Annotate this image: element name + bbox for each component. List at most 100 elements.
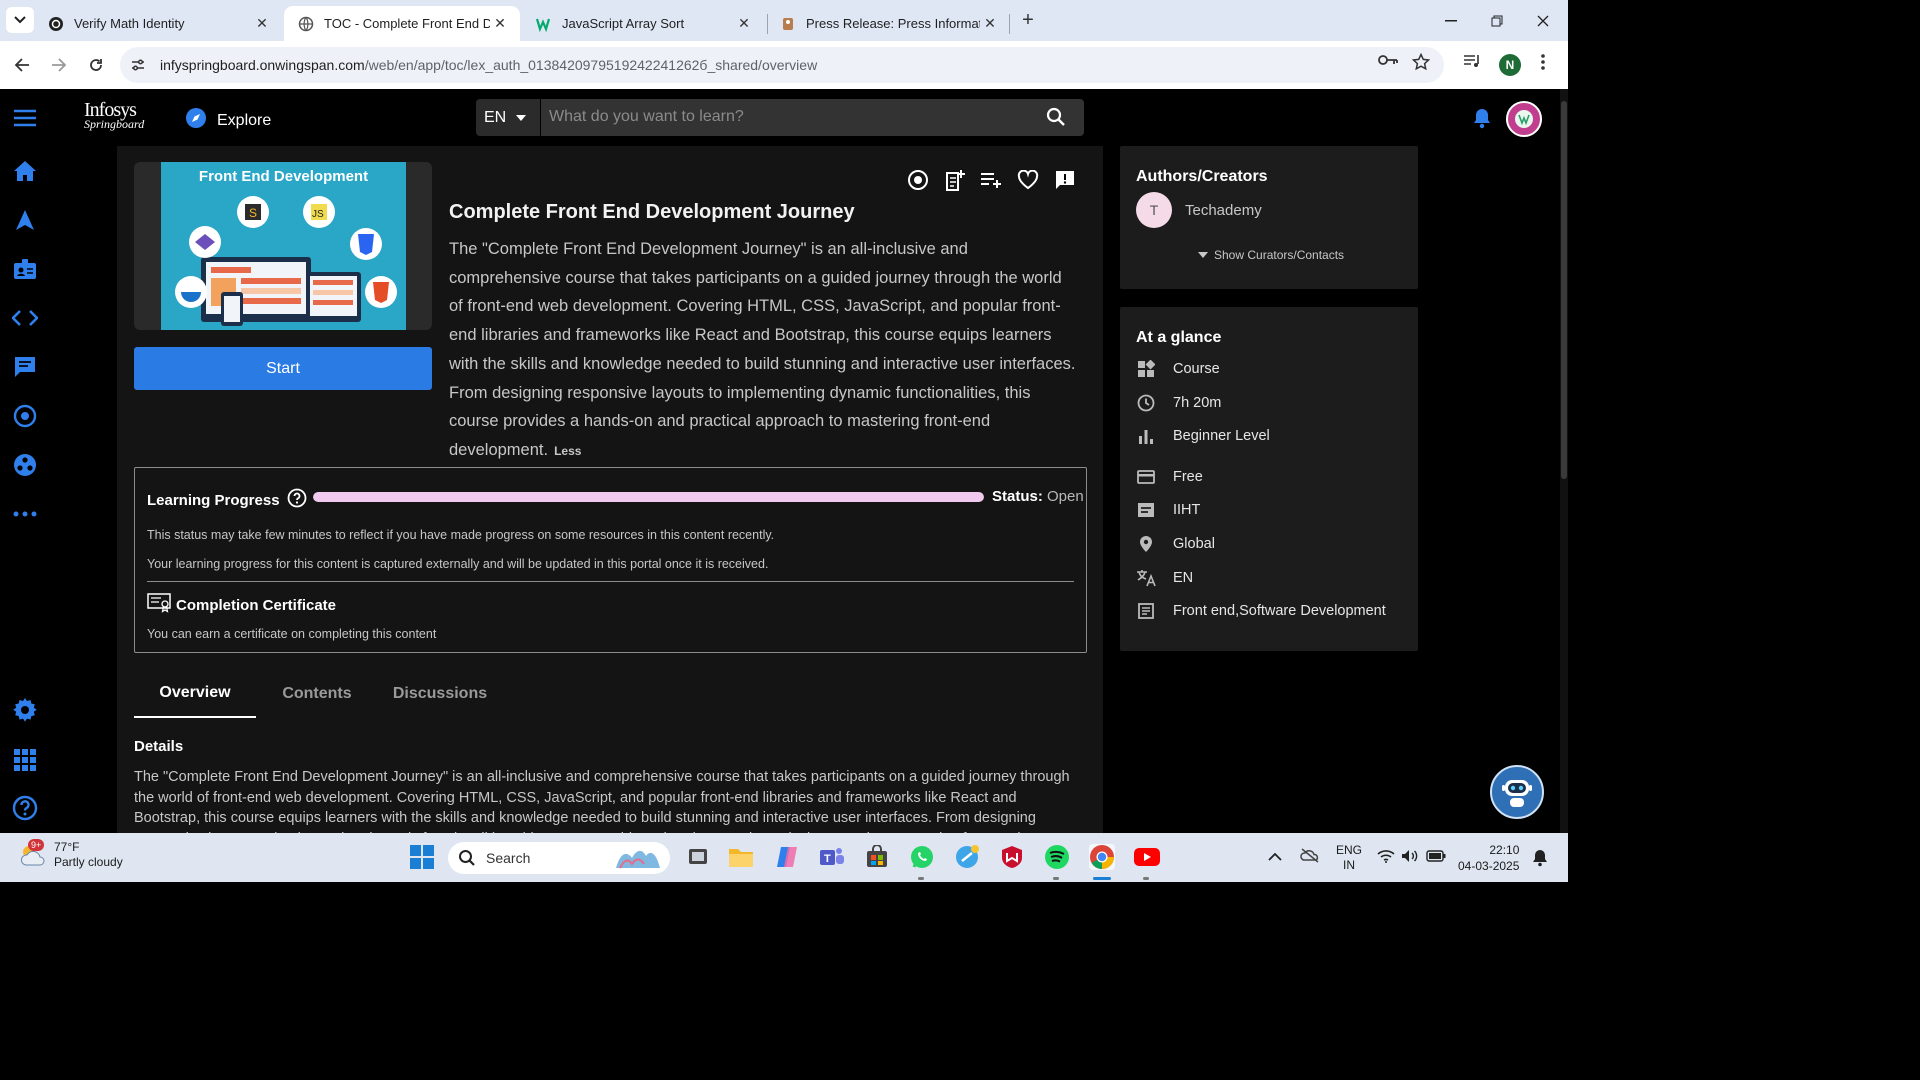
avatar-emblem-icon xyxy=(1515,110,1533,128)
close-window-button[interactable] xyxy=(1520,0,1566,41)
assistant-app-button[interactable] xyxy=(954,844,980,870)
close-tab-icon[interactable]: ✕ xyxy=(252,15,272,32)
glance-text: Free xyxy=(1173,469,1203,485)
tab-contents[interactable]: Contents xyxy=(268,670,366,718)
more-horizontal-icon xyxy=(13,511,37,517)
copilot-button[interactable] xyxy=(774,844,800,870)
browser-tab-array-sort[interactable]: JavaScript Array Sort ✕ xyxy=(522,6,764,41)
playlist-add-icon[interactable] xyxy=(980,169,1002,191)
chatbot-button[interactable] xyxy=(1490,765,1544,819)
nav-settings[interactable] xyxy=(11,696,39,724)
language-select[interactable]: EN xyxy=(476,99,540,136)
close-tab-icon[interactable]: ✕ xyxy=(734,15,754,32)
browser-tab-verify-math[interactable]: Verify Math Identity ✕ xyxy=(34,6,282,41)
mcafee-button[interactable] xyxy=(999,844,1025,870)
nav-home[interactable] xyxy=(11,157,39,185)
provider-icon xyxy=(1136,500,1156,520)
file-explorer-button[interactable] xyxy=(728,844,754,870)
tab-search-button[interactable] xyxy=(6,7,34,33)
restore-button[interactable] xyxy=(1474,0,1520,41)
notification-bell-icon[interactable] xyxy=(1472,107,1492,134)
nav-discussions[interactable] xyxy=(11,353,39,381)
password-key-icon[interactable] xyxy=(1378,53,1398,72)
search-input[interactable] xyxy=(549,107,1029,127)
show-curators-toggle[interactable]: Show Curators/Contacts xyxy=(1198,248,1344,262)
notifications-bell-icon[interactable] xyxy=(1532,849,1548,871)
volume-icon[interactable] xyxy=(1401,849,1419,867)
user-avatar[interactable] xyxy=(1506,101,1542,137)
goal-target-icon[interactable] xyxy=(907,169,929,191)
media-control-icon[interactable] xyxy=(1463,53,1481,74)
progress-bar-fill xyxy=(313,492,984,502)
chat-icon xyxy=(15,357,35,377)
infosys-springboard-logo[interactable]: Infosys Springboard xyxy=(84,100,144,130)
language-indicator[interactable]: ENG IN xyxy=(1336,843,1362,873)
task-view-button[interactable] xyxy=(685,844,711,870)
tab-title: Press Release: Press Information xyxy=(806,16,980,31)
glance-text: Front end,Software Development xyxy=(1173,603,1386,619)
back-button[interactable] xyxy=(10,53,34,77)
wifi-icon[interactable] xyxy=(1377,849,1395,867)
close-tab-icon[interactable]: ✕ xyxy=(490,15,510,32)
forward-button[interactable] xyxy=(47,53,71,77)
tab-overview[interactable]: Overview xyxy=(134,670,256,718)
onedrive-icon[interactable] xyxy=(1300,847,1320,867)
windows-start-button[interactable] xyxy=(409,844,435,870)
explore-link[interactable]: Explore xyxy=(185,107,271,134)
start-button[interactable]: Start xyxy=(134,347,432,390)
certificate-icon xyxy=(147,593,171,617)
heart-icon[interactable] xyxy=(1017,169,1039,191)
address-bar[interactable]: infyspringboard.onwingspan.com/web/en/ap… xyxy=(120,47,1444,83)
nav-code[interactable] xyxy=(11,304,39,332)
kebab-menu-icon[interactable] xyxy=(1540,53,1546,76)
clock-date: 04-03-2025 xyxy=(1458,859,1520,873)
site-info-icon[interactable] xyxy=(130,57,146,78)
reload-button[interactable] xyxy=(84,53,108,77)
caret-down-icon xyxy=(1198,252,1208,258)
authors-heading: Authors/Creators xyxy=(1136,168,1268,185)
nav-help[interactable] xyxy=(11,794,39,822)
profile-avatar[interactable]: N xyxy=(1499,54,1521,76)
author-row[interactable]: T Techademy xyxy=(1136,192,1262,228)
chevron-up-icon[interactable] xyxy=(1268,850,1282,865)
weather-widget[interactable]: 9+ 77°F Partly cloudy xyxy=(18,839,123,870)
search-icon[interactable] xyxy=(1046,107,1066,132)
spotify-button[interactable] xyxy=(1044,844,1070,870)
browser-tab-press-release[interactable]: Press Release: Press Information ✕ xyxy=(766,6,1010,41)
tab-discussions[interactable]: Discussions xyxy=(382,670,498,718)
minimize-button[interactable] xyxy=(1428,0,1474,41)
nav-career[interactable] xyxy=(11,255,39,283)
show-less-link[interactable]: Less xyxy=(554,444,581,458)
youtube-button[interactable] xyxy=(1134,844,1160,870)
tab-separator xyxy=(1009,14,1010,34)
code-icon xyxy=(12,310,38,326)
page-scrollbar[interactable] xyxy=(1560,89,1568,833)
details-heading: Details xyxy=(134,738,184,755)
chrome-button[interactable] xyxy=(1089,844,1115,870)
browser-tab-toc[interactable]: TOC - Complete Front End Development Jou… xyxy=(284,6,520,41)
community-icon xyxy=(14,454,36,476)
nav-learning-path[interactable] xyxy=(11,206,39,234)
store-button[interactable] xyxy=(864,844,890,870)
navigation-arrow-icon xyxy=(16,210,34,230)
scrollbar-thumb[interactable] xyxy=(1561,101,1567,479)
new-tab-button[interactable]: + xyxy=(1016,8,1040,32)
feedback-icon[interactable] xyxy=(1054,169,1076,191)
youtube-icon xyxy=(1134,848,1160,866)
taskbar-search[interactable]: Search xyxy=(448,842,670,874)
system-clock[interactable]: 22:10 04-03-2025 xyxy=(1458,842,1519,874)
arrow-right-icon xyxy=(52,58,67,72)
nav-more[interactable] xyxy=(11,500,39,528)
help-circle-icon[interactable] xyxy=(287,488,307,512)
glance-text: IIHT xyxy=(1173,502,1201,518)
nav-target[interactable] xyxy=(11,402,39,430)
close-tab-icon[interactable]: ✕ xyxy=(980,15,1000,32)
battery-icon[interactable] xyxy=(1426,850,1446,866)
nav-community[interactable] xyxy=(11,451,39,479)
bookmark-star-icon[interactable] xyxy=(1411,52,1431,76)
whatsapp-button[interactable] xyxy=(909,844,935,870)
teams-button[interactable]: T xyxy=(819,844,845,870)
hamburger-menu-icon[interactable] xyxy=(13,109,37,132)
add-to-playlist-doc-icon[interactable] xyxy=(944,169,966,191)
nav-apps[interactable] xyxy=(11,746,39,774)
